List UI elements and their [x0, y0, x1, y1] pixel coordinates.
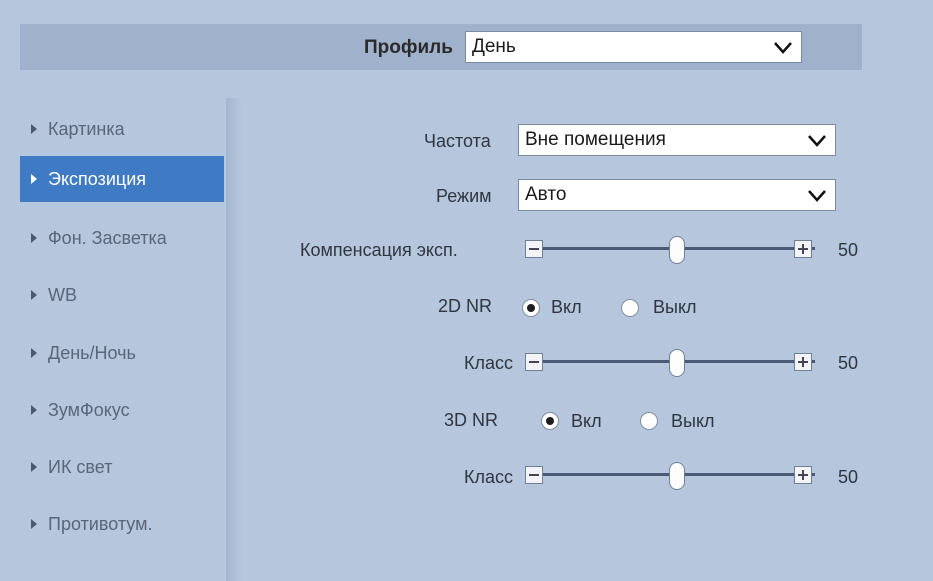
- increase-button[interactable]: [794, 353, 812, 371]
- nr3d-level-slider[interactable]: [525, 462, 835, 490]
- decrease-button[interactable]: [525, 353, 543, 371]
- increase-button[interactable]: [794, 466, 812, 484]
- chevron-down-icon: [808, 135, 826, 147]
- triangle-right-icon: [31, 462, 37, 472]
- sidebar-item-label: WB: [48, 285, 77, 305]
- sidebar-item-defog[interactable]: Противотум.: [20, 501, 224, 547]
- decrease-button[interactable]: [525, 240, 543, 258]
- sidebar-item-picture[interactable]: Картинка: [20, 106, 224, 152]
- sidebar-item-label: День/Ночь: [48, 343, 136, 363]
- nr3d-on-label: Вкл: [571, 411, 602, 431]
- exposure-comp-slider[interactable]: [525, 236, 835, 264]
- minus-icon: [529, 248, 539, 250]
- nr3d-level-value: 50: [838, 467, 859, 487]
- nr3d-off-radio[interactable]: [640, 412, 658, 430]
- sidebar: Картинка Экспозиция Фон. Засветка WB Ден…: [20, 98, 230, 581]
- nr2d-off-label: Выкл: [653, 297, 697, 317]
- increase-button[interactable]: [794, 240, 812, 258]
- triangle-right-icon: [31, 233, 37, 243]
- slider-handle[interactable]: [669, 236, 685, 264]
- nr2d-level-value: 50: [838, 353, 859, 373]
- exposure-comp-label: Компенсация эксп.: [300, 240, 458, 260]
- profile-label: Профиль: [364, 37, 453, 58]
- nr3d-on-radio[interactable]: [541, 412, 559, 430]
- sidebar-item-label: Картинка: [48, 119, 125, 139]
- sidebar-item-ir-light[interactable]: ИК свет: [20, 444, 224, 490]
- sidebar-item-exposure[interactable]: Экспозиция: [20, 156, 224, 202]
- sidebar-item-label: Противотум.: [48, 514, 153, 534]
- mode-select-value: Авто: [525, 184, 567, 205]
- chevron-down-icon: [774, 42, 792, 54]
- profile-select-value: День: [472, 36, 516, 57]
- minus-icon: [529, 474, 539, 476]
- triangle-right-icon: [31, 174, 37, 184]
- nr2d-level-label: Класс: [464, 353, 513, 373]
- minus-icon: [529, 361, 539, 363]
- sidebar-item-zoom-focus[interactable]: ЗумФокус: [20, 387, 224, 433]
- triangle-right-icon: [31, 405, 37, 415]
- nr3d-off-label: Выкл: [671, 411, 715, 431]
- sidebar-item-wb[interactable]: WB: [20, 272, 224, 318]
- profile-select[interactable]: День: [465, 31, 802, 63]
- mode-select[interactable]: Авто: [518, 179, 836, 211]
- frequency-label: Частота: [424, 131, 491, 151]
- sidebar-item-label: Экспозиция: [48, 169, 146, 189]
- chevron-down-icon: [808, 190, 826, 202]
- exposure-comp-value: 50: [838, 240, 859, 260]
- frequency-select[interactable]: Вне помещения: [518, 124, 836, 156]
- sidebar-item-day-night[interactable]: День/Ночь: [20, 330, 224, 376]
- nr3d-level-label: Класс: [464, 467, 513, 487]
- nr3d-label: 3D NR: [444, 410, 499, 430]
- sidebar-item-label: ИК свет: [48, 457, 113, 477]
- triangle-right-icon: [31, 290, 37, 300]
- nr2d-on-label: Вкл: [551, 297, 582, 317]
- triangle-right-icon: [31, 519, 37, 529]
- triangle-right-icon: [31, 124, 37, 134]
- slider-handle[interactable]: [669, 349, 685, 377]
- sidebar-item-label: Фон. Засветка: [48, 228, 167, 248]
- profile-bar: Профиль День: [20, 24, 862, 70]
- decrease-button[interactable]: [525, 466, 543, 484]
- nr2d-on-radio[interactable]: [522, 299, 540, 317]
- sidebar-divider: [226, 98, 242, 581]
- sidebar-item-backlight[interactable]: Фон. Засветка: [20, 215, 224, 261]
- slider-handle[interactable]: [669, 462, 685, 490]
- sidebar-item-label: ЗумФокус: [48, 400, 130, 420]
- triangle-right-icon: [31, 348, 37, 358]
- mode-label: Режим: [436, 186, 492, 206]
- nr2d-level-slider[interactable]: [525, 349, 835, 377]
- frequency-select-value: Вне помещения: [525, 129, 666, 150]
- nr2d-off-radio[interactable]: [621, 299, 639, 317]
- nr2d-label: 2D NR: [438, 296, 493, 316]
